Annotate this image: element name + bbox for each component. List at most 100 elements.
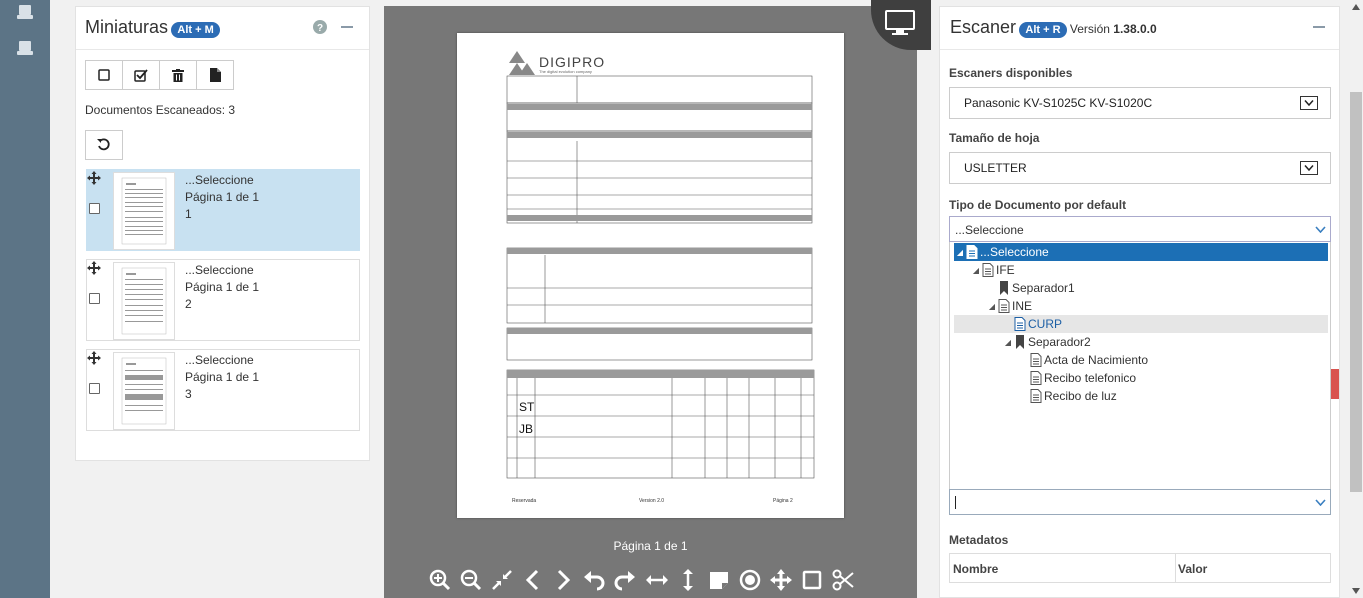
thumbnails-panel: Miniaturas Alt + M ? Documentos Escanead… (75, 6, 370, 461)
thumbnail-item[interactable]: ...Seleccione Página 1 de 1 1 (86, 169, 360, 251)
scissors-icon[interactable] (832, 569, 854, 591)
thumbnails-toolbar (85, 60, 234, 90)
thumbnail-image[interactable] (113, 172, 175, 250)
row-initials-2: JB (519, 422, 533, 436)
expanded-triangle-icon[interactable]: ◢ (955, 248, 965, 257)
sheet-size-value: USLETTER (964, 161, 1027, 175)
expanded-triangle-icon[interactable]: ◢ (971, 266, 981, 275)
minus-icon[interactable] (341, 26, 353, 28)
thumbnail-item[interactable]: ...Seleccione Página 1 de 1 2 (86, 259, 360, 341)
rotate-left-icon[interactable] (583, 569, 605, 591)
tree-node-separador1[interactable]: Separador1 (997, 279, 1075, 297)
chevron-left-icon[interactable] (522, 569, 544, 591)
select-none-button[interactable] (85, 60, 123, 90)
move-icon[interactable] (87, 261, 101, 275)
select-all-button[interactable] (122, 60, 160, 90)
thumbnail-image[interactable] (113, 352, 175, 430)
chevron-down-icon (1300, 161, 1318, 175)
sheet-size-label: Tamaño de hoja (949, 131, 1040, 145)
document-footer-right: Página 2 (773, 498, 793, 504)
target-icon[interactable] (739, 569, 761, 591)
tree-node-label: Acta de Nacimiento (1044, 353, 1149, 367)
thumbnail-page: Página 1 de 1 (185, 190, 260, 204)
undo-icon (97, 138, 110, 151)
document-page[interactable]: DIGIPRO The digital evolution company ST… (457, 33, 844, 518)
monitor-icon[interactable] (885, 10, 915, 36)
scanned-count: Documentos Escaneados: 3 (85, 103, 236, 117)
thumbnail-item[interactable]: ...Seleccione Página 1 de 1 3 (86, 349, 360, 431)
tree-node-root[interactable]: ◢ ...Seleccione (955, 243, 1049, 261)
document-icon (982, 263, 994, 277)
scrollbar-thumb[interactable] (1350, 92, 1362, 492)
metadata-table: Nombre Valor (949, 553, 1331, 583)
doc-type-input[interactable] (949, 489, 1331, 515)
thumbnail-checkbox[interactable] (89, 293, 100, 304)
compress-icon[interactable] (491, 569, 513, 591)
scanner-select[interactable]: Panasonic KV-S1025C KV-S1020C (949, 87, 1331, 119)
zoom-out-icon[interactable] (460, 569, 482, 591)
tree-node-label: IFE (996, 263, 1015, 277)
scanner-panel: Escaner Alt + R Versión 1.38.0.0 Escaner… (939, 6, 1340, 598)
thumbnail-info: ...Seleccione Página 1 de 1 2 (185, 262, 259, 313)
page-scrollbar[interactable] (1349, 0, 1363, 598)
tree-node-label: Separador2 (1028, 335, 1091, 349)
tree-node-ife[interactable]: ◢ IFE (971, 261, 1015, 279)
rotate-right-icon[interactable] (614, 569, 636, 591)
doc-type-tree: ◢ ...Seleccione ◢ IFE Separador1 ◢ INE C… (949, 242, 1331, 490)
thumbnail-number: 1 (185, 207, 192, 221)
tree-node-label: Recibo telefonico (1044, 371, 1137, 385)
flip-vertical-icon[interactable] (677, 569, 699, 591)
document-scan: DIGIPRO The digital evolution company ST… (506, 51, 815, 504)
scanner-select-value: Panasonic KV-S1025C KV-S1020C (964, 96, 1153, 110)
move-icon[interactable] (770, 569, 792, 591)
text-cursor (955, 496, 956, 509)
tree-node-ine[interactable]: ◢ INE (987, 297, 1032, 315)
expanded-triangle-icon[interactable]: ◢ (1003, 338, 1013, 347)
question-circle-icon[interactable]: ? (313, 20, 327, 34)
version-label: Versión (1069, 22, 1110, 36)
bookmark-icon (1016, 335, 1024, 349)
thumbnail-checkbox[interactable] (89, 203, 100, 214)
document-icon (1014, 317, 1026, 331)
scan-button-edge[interactable] (1330, 369, 1339, 399)
delete-button[interactable] (159, 60, 197, 90)
move-icon[interactable] (87, 171, 101, 185)
chevron-down-icon[interactable] (1315, 499, 1326, 506)
scanner-icon[interactable] (17, 4, 33, 20)
meta-col-name: Nombre (953, 562, 999, 576)
thumbnail-checkbox[interactable] (89, 383, 100, 394)
tree-node-recibo-luz[interactable]: Recibo de luz (1029, 387, 1117, 405)
scanner-icon[interactable] (17, 40, 33, 56)
doc-type-combo[interactable]: ...Seleccione (949, 216, 1331, 242)
monitor-button-bg[interactable] (871, 0, 931, 50)
crop-square-icon[interactable] (801, 569, 823, 591)
version-number: 1.38.0.0 (1113, 22, 1157, 36)
document-icon (966, 245, 978, 259)
thumbnail-info: ...Seleccione Página 1 de 1 1 (185, 172, 259, 223)
move-icon[interactable] (87, 351, 101, 365)
flip-horizontal-icon[interactable] (646, 569, 668, 591)
available-scanners-label: Escaners disponibles (949, 66, 1073, 80)
tree-node-label: ...Seleccione (980, 245, 1049, 259)
thumbnail-image[interactable] (113, 262, 175, 340)
document-icon (998, 299, 1010, 313)
zoom-in-icon[interactable] (429, 569, 451, 591)
chevron-right-icon[interactable] (552, 569, 574, 591)
thumbnail-page: Página 1 de 1 (185, 280, 260, 294)
new-document-button[interactable] (196, 60, 234, 90)
thumbnails-header: Miniaturas Alt + M (85, 17, 220, 38)
scroll-down-icon[interactable] (1352, 588, 1360, 594)
tree-node-acta[interactable]: Acta de Nacimiento (1029, 351, 1148, 369)
scanner-title: Escaner (950, 17, 1017, 37)
scroll-up-icon[interactable] (1352, 4, 1360, 10)
tree-node-curp[interactable]: CURP (1013, 315, 1062, 333)
minus-icon[interactable] (1313, 26, 1325, 28)
expanded-triangle-icon[interactable]: ◢ (987, 302, 997, 311)
refresh-button[interactable] (85, 130, 123, 160)
tree-node-recibo-telefonico[interactable]: Recibo telefonico (1029, 369, 1136, 387)
tree-node-separador2[interactable]: ◢ Separador2 (1003, 333, 1091, 351)
sticky-note-icon[interactable] (708, 569, 730, 591)
document-icon (1030, 371, 1042, 385)
tree-node-label: INE (1012, 299, 1033, 313)
sheet-size-select[interactable]: USLETTER (949, 152, 1331, 184)
